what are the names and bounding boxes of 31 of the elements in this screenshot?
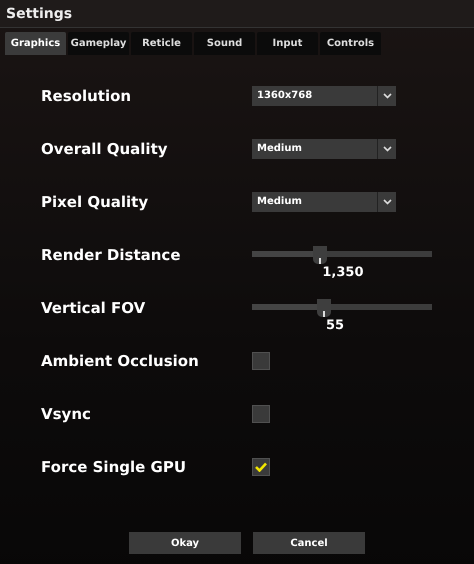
setting-label: Ambient Occlusion — [41, 352, 200, 370]
chevron-down-icon — [382, 146, 392, 152]
dialog-button[interactable]: Okay — [129, 532, 241, 554]
checkmark-icon — [255, 462, 267, 472]
checkbox[interactable] — [252, 352, 270, 370]
chevron-down-icon — [382, 92, 392, 98]
setting-label: Vsync — [41, 404, 92, 422]
tab[interactable]: Sound — [194, 32, 255, 55]
dropdown[interactable]: Medium — [252, 138, 396, 158]
tab[interactable]: Gameplay — [68, 32, 129, 55]
setting-label: Overall Quality — [41, 140, 169, 158]
window-title: Settings — [6, 6, 72, 22]
checkbox[interactable] — [252, 458, 270, 476]
setting-label: Resolution — [41, 86, 132, 104]
dialog-button[interactable]: Cancel — [253, 532, 365, 554]
setting-label: Force Single GPU — [41, 458, 188, 476]
tab[interactable]: Controls — [320, 32, 381, 55]
setting-label: Render Distance — [41, 246, 182, 264]
dropdown[interactable]: 1360x768 — [252, 86, 396, 106]
setting-label: Vertical FOV — [41, 298, 146, 316]
checkbox[interactable] — [252, 404, 270, 422]
slider-value: 55 — [326, 318, 346, 333]
setting-label: Pixel Quality — [41, 192, 150, 210]
chevron-down-icon — [382, 198, 392, 204]
tab[interactable]: Reticle — [131, 32, 192, 55]
slider-value: 1,350 — [322, 265, 365, 280]
tab[interactable]: Input — [257, 32, 318, 55]
slider-thumb[interactable] — [317, 299, 331, 317]
tab[interactable]: Graphics — [5, 32, 66, 55]
dropdown[interactable]: Medium — [252, 192, 396, 212]
slider-thumb[interactable] — [313, 246, 328, 264]
